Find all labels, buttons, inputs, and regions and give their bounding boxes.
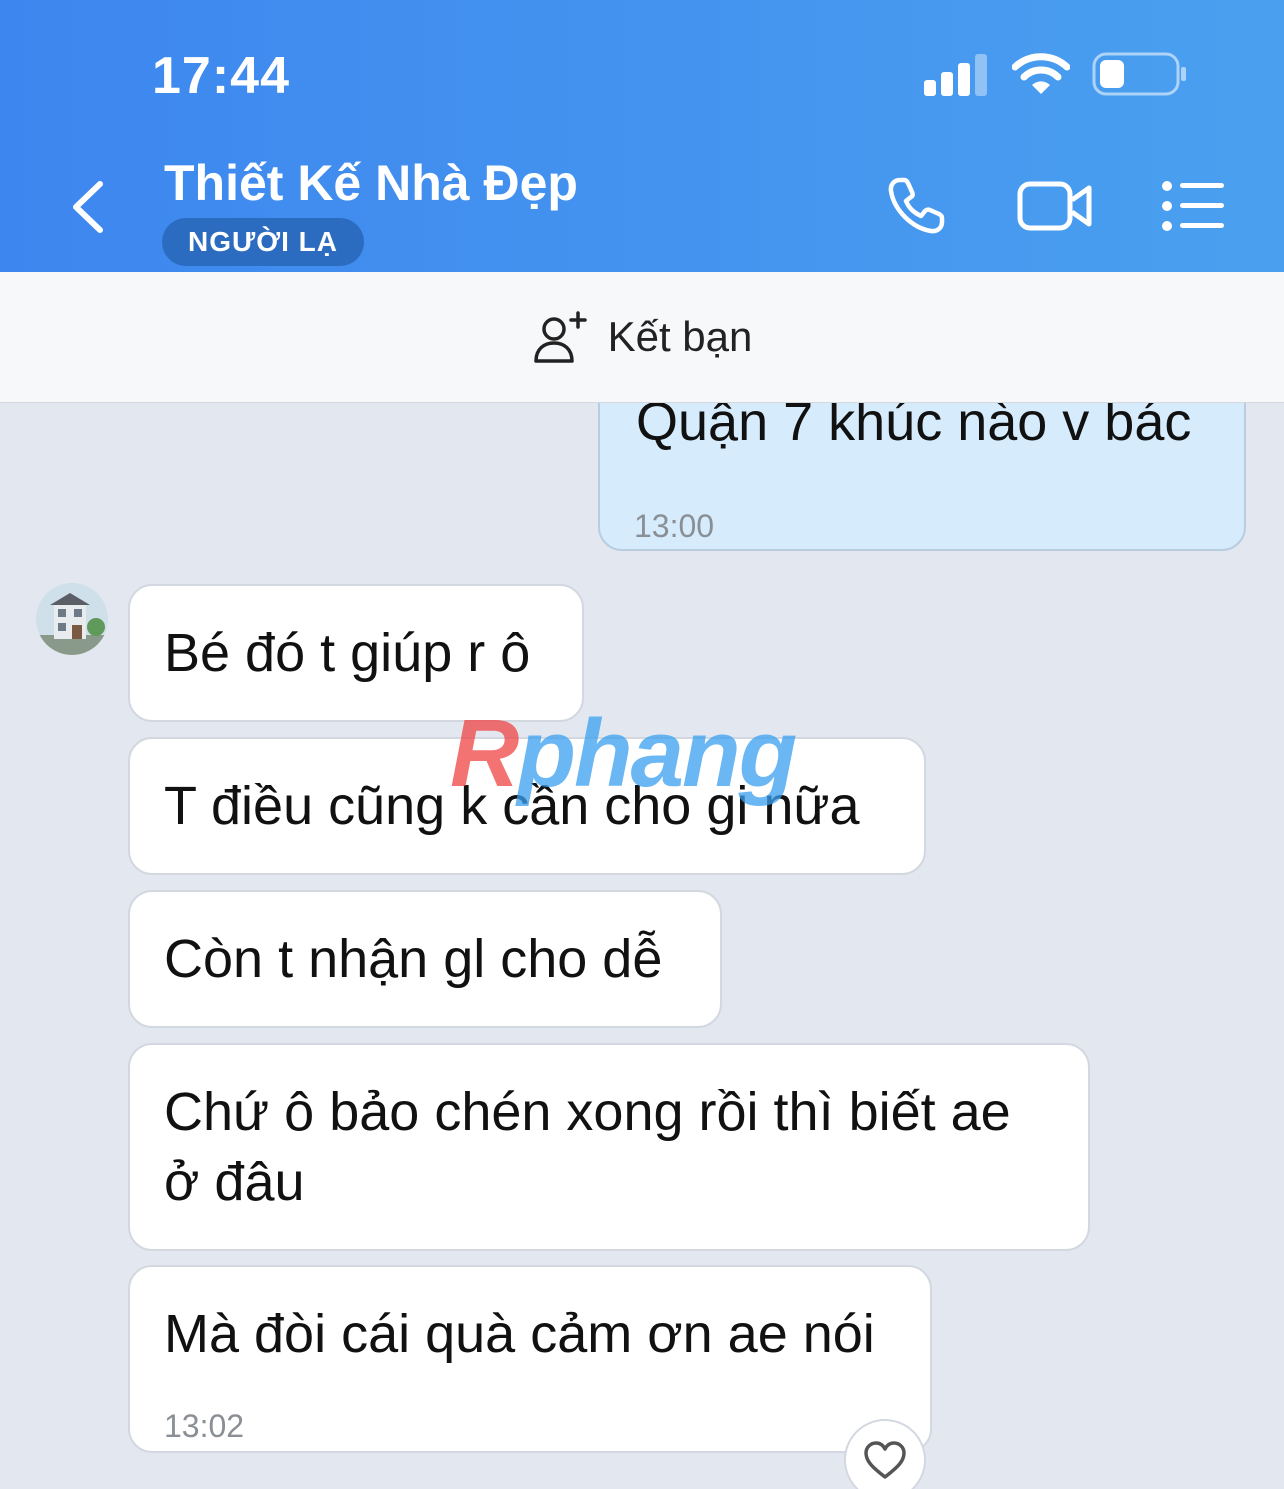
chat-title[interactable]: Thiết Kế Nhà Đẹp [164,154,578,212]
house-avatar-image [36,583,108,655]
add-friend-bar[interactable]: Kết bạn [0,272,1284,403]
message-text: Quận 7 khúc nào v bác [636,403,1192,452]
message-bubble-outgoing[interactable]: Quận 7 khúc nào v bác 13:00 [598,403,1246,551]
status-time: 17:44 [152,47,290,105]
list-menu-icon[interactable] [1160,174,1226,238]
message-bubble-incoming[interactable]: Còn t nhận gl cho dễ [128,890,722,1028]
battery-icon [1092,52,1186,96]
heart-icon [864,1441,906,1479]
chat-header: 17:44 Thiết Kế Nhà Đẹp NGƯỜI LẠ [0,0,1284,272]
watermark-logo: Rphang [450,700,797,807]
contact-avatar[interactable] [36,583,108,655]
back-chevron-icon[interactable] [66,178,110,236]
add-user-icon [533,311,587,363]
message-text: Còn t nhận gl cho dễ [164,929,663,989]
message-time: 13:00 [634,508,715,544]
message-text: Mà đòi cái quà cảm ơn ae nói [164,1304,875,1364]
cellular-signal-icon [924,54,987,96]
add-friend-label: Kết bạn [607,313,753,360]
message-bubble-incoming[interactable]: Chứ ô bảo chén xong rồi thì biết ae ở đâ… [128,1043,1090,1251]
stranger-badge: NGƯỜI LẠ [162,218,364,266]
message-time: 13:02 [164,1408,245,1444]
message-text: Bé đó t giúp r ô [164,623,531,683]
phone-icon[interactable] [884,174,948,238]
wifi-icon [1012,53,1070,94]
message-list[interactable]: Quận 7 khúc nào v bác 13:00 Bé đó t giúp… [0,403,1284,1489]
message-bubble-incoming[interactable]: Mà đòi cái quà cảm ơn ae nói 13:02 [128,1265,932,1453]
video-camera-icon[interactable] [1016,174,1094,238]
message-text: Chứ ô bảo chén xong rồi thì biết ae ở đâ… [164,1082,1011,1212]
